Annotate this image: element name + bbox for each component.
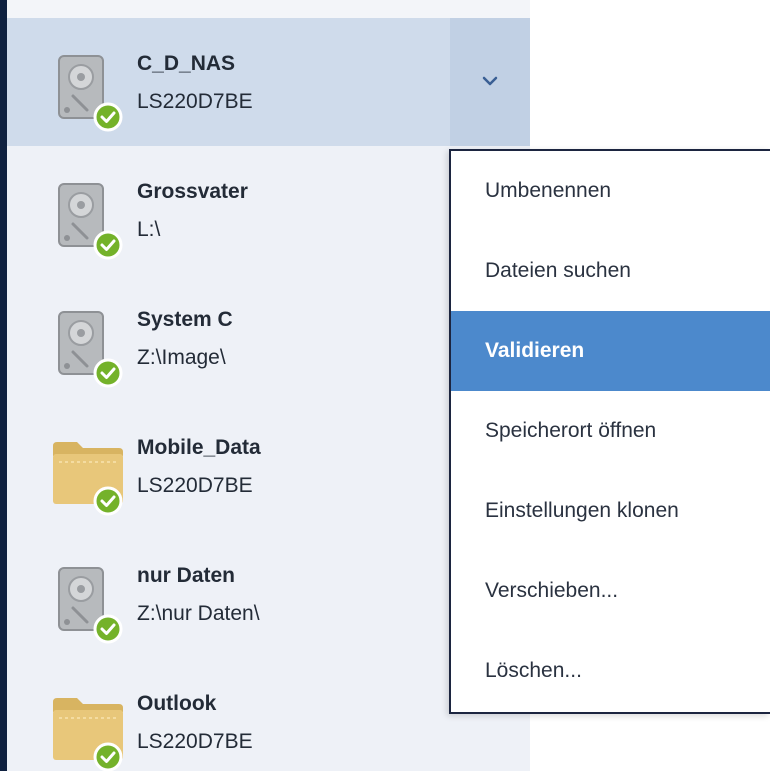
backup-title: nur Daten (137, 564, 236, 587)
chevron-down-icon (482, 76, 498, 86)
ok-check-icon (93, 742, 123, 771)
backup-location: LS220D7BE (137, 474, 253, 497)
ok-check-icon (93, 486, 123, 516)
menu-item-search-files[interactable]: Dateien suchen (451, 231, 770, 311)
app-window: C_D_NAS LS220D7BE Grossvater L:\ System … (0, 0, 770, 771)
menu-item-rename[interactable]: Umbenennen (451, 151, 770, 231)
backup-location: LS220D7BE (137, 730, 253, 753)
backup-options-button[interactable] (450, 18, 530, 146)
ok-check-icon (93, 358, 123, 388)
ok-check-icon (93, 614, 123, 644)
menu-item-open-location[interactable]: Speicherort öffnen (451, 391, 770, 471)
backup-title: C_D_NAS (137, 52, 236, 75)
backup-title: Mobile_Data (137, 436, 261, 459)
menu-item-clone-settings[interactable]: Einstellungen klonen (451, 471, 770, 551)
menu-item-validate[interactable]: Validieren (451, 311, 770, 391)
backup-location: Z:\Image\ (137, 346, 226, 369)
backup-title: System C (137, 308, 233, 331)
backup-location: L:\ (137, 218, 161, 241)
backup-item-c-d-nas[interactable]: C_D_NAS LS220D7BE (7, 18, 530, 146)
menu-item-delete[interactable]: Löschen... (451, 631, 770, 711)
backup-title: Outlook (137, 692, 217, 715)
ok-check-icon (93, 102, 123, 132)
backup-title: Grossvater (137, 180, 248, 203)
menu-item-move[interactable]: Verschieben... (451, 551, 770, 631)
backup-context-menu: Umbenennen Dateien suchen Validieren Spe… (449, 149, 770, 714)
backup-location: Z:\nur Daten\ (137, 602, 260, 625)
backup-location: LS220D7BE (137, 90, 253, 113)
left-edge-strip (0, 0, 7, 771)
ok-check-icon (93, 230, 123, 260)
sidebar-top-gap (7, 0, 530, 18)
